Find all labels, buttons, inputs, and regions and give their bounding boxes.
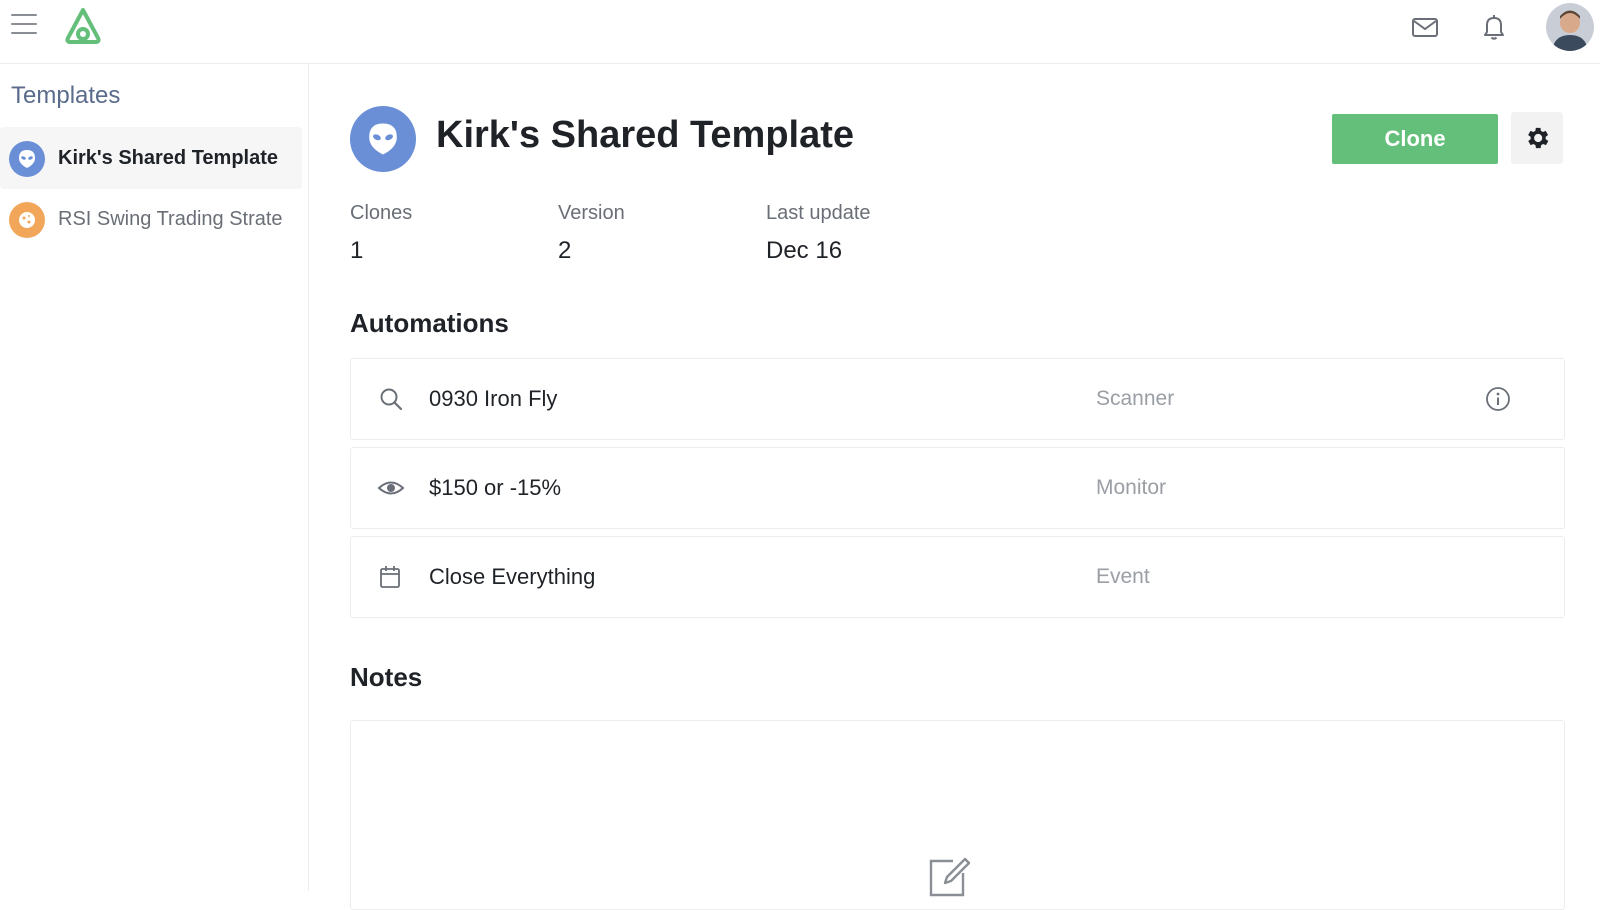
notes-editor[interactable] xyxy=(350,720,1565,910)
settings-button[interactable] xyxy=(1511,112,1563,164)
calendar-icon xyxy=(380,566,400,588)
stat-version: Version 2 xyxy=(558,202,625,265)
automation-name: 0930 Iron Fly xyxy=(429,386,558,411)
stat-label: Clones xyxy=(350,202,413,224)
gear-icon xyxy=(1528,127,1549,149)
notes-heading: Notes xyxy=(350,662,423,692)
user-avatar[interactable] xyxy=(1546,3,1594,51)
sidebar-item-label: Kirk's Shared Template xyxy=(58,147,279,169)
stat-last-update: Last update Dec 16 xyxy=(766,202,871,265)
alien-icon xyxy=(9,141,45,177)
mail-icon[interactable] xyxy=(1410,12,1440,42)
automations-heading: Automations xyxy=(350,308,509,338)
brand-logo[interactable] xyxy=(62,6,104,46)
automation-name: Close Everything xyxy=(429,564,596,589)
eye-icon xyxy=(377,481,405,495)
automation-type: Scanner xyxy=(1096,387,1175,410)
bell-icon[interactable] xyxy=(1479,12,1509,42)
hamburger-menu-icon[interactable] xyxy=(11,14,37,36)
stat-value: 1 xyxy=(350,237,364,264)
stat-value: 2 xyxy=(558,237,572,264)
stat-value: Dec 16 xyxy=(766,237,843,264)
stat-label: Last update xyxy=(766,202,871,224)
stat-label: Version xyxy=(558,202,625,224)
sidebar-title: Templates xyxy=(11,82,121,109)
sidebar-item-label: RSI Swing Trading Strate xyxy=(58,208,283,230)
template-detail: Kirk's Shared Template Clone Clones 1 Ve… xyxy=(310,64,1600,910)
top-bar xyxy=(0,0,1600,64)
page-title: Kirk's Shared Template xyxy=(436,114,855,156)
alien-icon xyxy=(350,106,416,172)
automation-type: Event xyxy=(1096,565,1150,588)
sidebar-item-kirks-shared-template[interactable]: Kirk's Shared Template xyxy=(0,127,302,189)
automation-row-scanner[interactable]: 0930 Iron Fly Scanner xyxy=(350,358,1565,440)
automation-type: Monitor xyxy=(1096,476,1167,499)
automation-row-event[interactable]: Close Everything Event xyxy=(350,536,1565,618)
clone-button[interactable]: Clone xyxy=(1332,114,1498,164)
edit-icon[interactable] xyxy=(923,851,973,901)
automation-name: $150 or -15% xyxy=(429,475,562,500)
templates-sidebar: Templates Kirk's Shared Template RSI Swi… xyxy=(0,64,309,891)
cookie-icon xyxy=(9,202,45,238)
sidebar-item-rsi-swing-trading[interactable]: RSI Swing Trading Strate xyxy=(0,188,302,250)
automation-row-monitor[interactable]: $150 or -15% Monitor xyxy=(350,447,1565,529)
stat-clones: Clones 1 xyxy=(350,202,412,265)
info-icon[interactable] xyxy=(1484,385,1512,413)
search-icon xyxy=(380,388,403,411)
